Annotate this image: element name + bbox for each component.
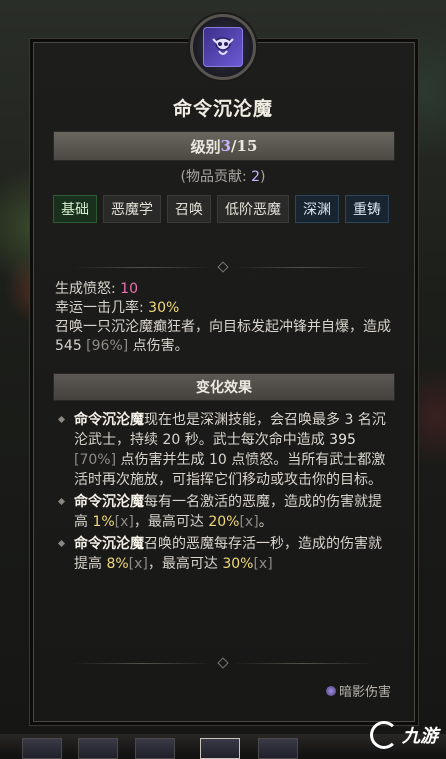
desc-text-1: 召唤一只沉沦魔癫狂者，向目标发起冲锋并自爆，造成 xyxy=(55,319,391,335)
contrib-prefix: (物品贡献: xyxy=(180,169,252,185)
skill-slot[interactable] xyxy=(258,738,298,759)
effect-skill-name: 命令沉沦魔 xyxy=(74,536,144,552)
demon-skull-icon xyxy=(203,27,243,67)
tag-reforge[interactable]: 重铸 xyxy=(345,195,389,223)
effect-skill-name: 命令沉沦魔 xyxy=(74,494,144,510)
tag-basic[interactable]: 基础 xyxy=(53,195,97,223)
skill-stats: 生成愤怒: 10 幸运一击几率: 30% 召唤一只沉沦魔癫狂者，向目标发起冲锋并… xyxy=(55,280,395,356)
skill-slot[interactable] xyxy=(135,738,175,759)
skill-title: 命令沉沦魔 xyxy=(172,98,273,120)
effect-text: 。 xyxy=(258,514,273,530)
effect-text: 点伤害并生成 10 点愤怒。当所有武士都激活时再次施放，可指挥它们移动或攻击你的… xyxy=(74,452,386,488)
divider-ornament xyxy=(73,261,373,273)
effect-multiplier: [x] xyxy=(253,556,273,572)
shadow-damage-icon xyxy=(325,685,336,696)
desc-damage: 545 xyxy=(55,338,82,354)
contrib-suffix: ) xyxy=(260,169,266,185)
effect-skill-name: 命令沉沦魔 xyxy=(74,412,144,428)
tag-abyss[interactable]: 深渊 xyxy=(295,195,339,223)
effect-percent: [70%] xyxy=(74,452,117,468)
effect-item: 命令沉沦魔每有一名激活的恶魔，造成的伤害就提高 1%[x]，最高可达 20%[x… xyxy=(57,492,388,532)
watermark-text: 九游 xyxy=(402,726,438,747)
effect-item: 命令沉沦魔召唤的恶魔每存活一秒，造成的伤害就提高 8%[x]，最高可达 30%[… xyxy=(57,534,388,574)
level-current: 3 xyxy=(220,137,232,155)
bullet-icon xyxy=(57,539,66,548)
tag-demonology[interactable]: 恶魔学 xyxy=(103,195,161,223)
effect-value: 30% xyxy=(222,556,254,572)
item-contribution: (物品贡献: 2) xyxy=(33,166,413,186)
effect-value: 1% xyxy=(92,514,115,530)
effect-value: 20% xyxy=(208,514,240,530)
section-header-modifiers: 变化效果 xyxy=(53,373,395,401)
skill-icon-frame xyxy=(190,14,256,80)
skill-slot-selected[interactable] xyxy=(200,738,240,759)
desc-percent: [96%] xyxy=(81,338,129,354)
skill-slot[interactable] xyxy=(22,738,62,759)
crit-value: 30% xyxy=(148,300,180,316)
skill-tags: 基础 恶魔学 召唤 低阶恶魔 深渊 重铸 xyxy=(53,195,393,223)
contrib-value: 2 xyxy=(251,169,261,185)
effect-multiplier: [x] xyxy=(114,514,134,530)
tag-summon[interactable]: 召唤 xyxy=(167,195,211,223)
lucky-hit-stat: 幸运一击几率: 30% xyxy=(55,299,395,318)
damage-type: 暗影伤害 xyxy=(325,681,391,700)
level-prefix: 级别 xyxy=(190,137,221,156)
skill-slot[interactable] xyxy=(78,738,118,759)
damage-type-label: 暗影伤害 xyxy=(338,685,391,700)
effect-item: 命令沉沦魔现在也是深渊技能，会召唤最多 3 名沉沦武士，持续 20 秒。武士每次… xyxy=(57,410,388,490)
fury-label: 生成愤怒: xyxy=(55,281,121,297)
fury-stat: 生成愤怒: 10 xyxy=(55,280,395,299)
effect-damage: 395 xyxy=(329,432,356,448)
effect-text: ，最高可达 xyxy=(133,514,209,530)
bullet-icon xyxy=(57,497,66,506)
effect-text: ，最高可达 xyxy=(147,556,223,572)
divider-ornament xyxy=(73,657,373,669)
crit-label: 幸运一击几率: xyxy=(55,300,149,316)
effect-multiplier: [x] xyxy=(128,556,148,572)
effect-multiplier: [x] xyxy=(239,514,259,530)
desc-text-2: 点伤害。 xyxy=(128,338,189,354)
level-max: /15 xyxy=(231,137,258,155)
skill-description: 召唤一只沉沦魔癫狂者，向目标发起冲锋并自爆，造成 545 [96%] 点伤害。 xyxy=(55,318,395,356)
bullet-icon xyxy=(57,415,66,424)
skill-level-bar: 级别 3/15 xyxy=(53,131,395,161)
logo-icon xyxy=(370,721,398,749)
effect-value: 8% xyxy=(106,556,129,572)
fury-value: 10 xyxy=(120,281,138,297)
tag-lesser-demon[interactable]: 低阶恶魔 xyxy=(217,195,289,223)
watermark-logo: 九游 xyxy=(370,721,438,749)
effects-list: 命令沉沦魔现在也是深渊技能，会召唤最多 3 名沉沦武士，持续 20 秒。武士每次… xyxy=(57,410,388,576)
